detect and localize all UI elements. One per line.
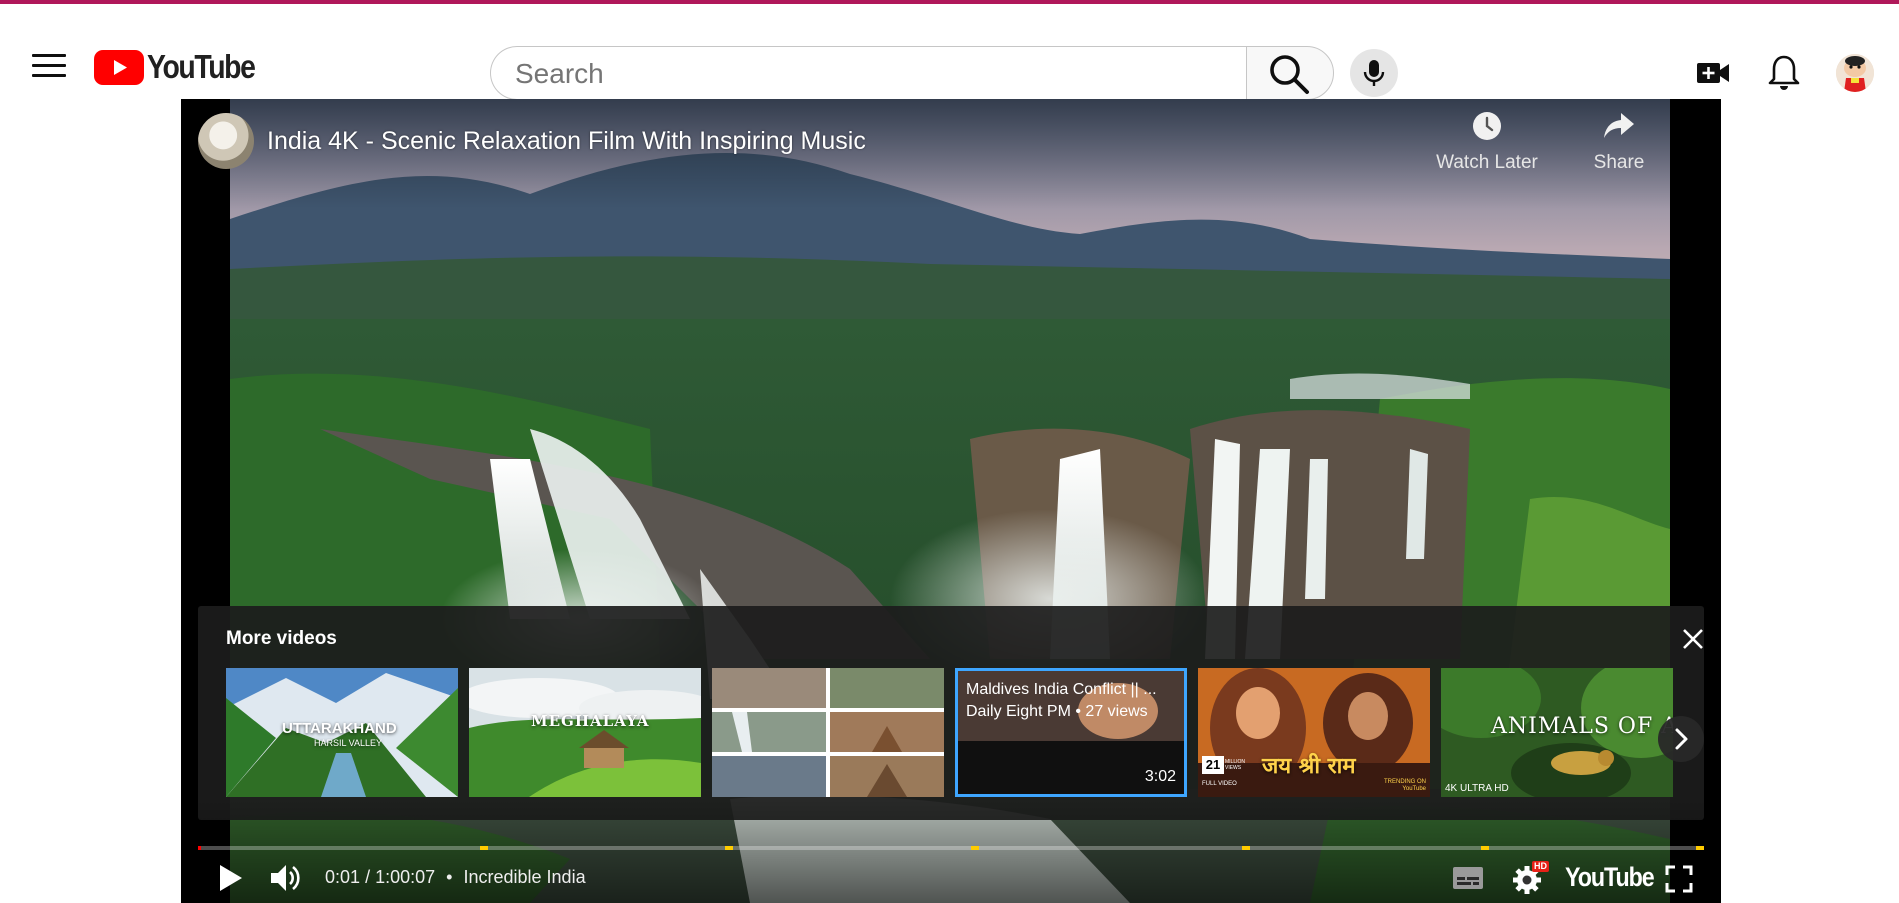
chapter-marker xyxy=(725,846,733,850)
thumbnail-overlay-title: MEGHALAYA xyxy=(531,712,650,730)
voice-search-button[interactable] xyxy=(1350,49,1398,97)
play-button[interactable] xyxy=(215,863,245,893)
video-title[interactable]: India 4K - Scenic Relaxation Film With I… xyxy=(267,127,866,156)
thumbnail-image xyxy=(469,668,701,797)
watch-later-button[interactable]: Watch Later xyxy=(1432,111,1542,174)
thumbnail-info: Maldives India Conflict || ... Daily Eig… xyxy=(966,679,1157,723)
search-box xyxy=(490,46,1246,101)
subtitles-button[interactable] xyxy=(1452,866,1484,890)
chapter-title[interactable]: Incredible India xyxy=(464,867,586,887)
search-input[interactable] xyxy=(513,47,1217,101)
youtube-watermark-button[interactable]: YouTube xyxy=(1565,862,1655,893)
video-player[interactable]: India 4K - Scenic Relaxation Film With I… xyxy=(181,99,1721,903)
duration: 1:00:07 xyxy=(375,867,436,887)
play-icon xyxy=(220,865,242,891)
youtube-logo-icon xyxy=(94,49,144,85)
share-arrow-icon xyxy=(1604,113,1634,138)
search-button[interactable] xyxy=(1246,46,1334,100)
thumbnail-overlay-subtitle: HARSIL VALLEY xyxy=(314,738,383,748)
more-video-thumbnail-2[interactable]: MEGHALAYA xyxy=(469,668,701,797)
thumbnail-duration: 3:02 xyxy=(1144,768,1176,785)
channel-avatar[interactable] xyxy=(198,113,254,169)
settings-button[interactable]: HD xyxy=(1512,861,1549,895)
more-video-thumbnail-3[interactable] xyxy=(712,668,944,797)
share-label: Share xyxy=(1593,152,1645,173)
thumbnail-footer-right: TRENDING ON YouTube xyxy=(1384,779,1426,792)
microphone-icon xyxy=(1363,60,1385,86)
close-more-videos-button[interactable] xyxy=(1680,626,1706,652)
bell-icon xyxy=(1768,55,1800,90)
more-videos-panel: More videos UTTARAKHAND HARSIL VALLEY ME… xyxy=(198,606,1704,820)
more-video-thumbnail-1[interactable]: UTTARAKHAND HARSIL VALLEY xyxy=(226,668,458,797)
more-video-thumbnail-5[interactable]: जय श्री राम 21 MILLION VIEWS FULL VIDEO … xyxy=(1198,668,1430,797)
views-badge-text: MILLION VIEWS xyxy=(1225,759,1246,771)
masthead: YouTube xyxy=(0,4,1899,101)
chapter-separator-dot: • xyxy=(446,867,453,887)
close-icon xyxy=(1683,629,1703,649)
chapter-marker xyxy=(1696,846,1704,850)
notifications-button[interactable] xyxy=(1767,54,1801,92)
account-avatar[interactable] xyxy=(1836,54,1874,92)
create-video-button[interactable] xyxy=(1696,56,1730,90)
thumbnail-collage-image xyxy=(712,668,944,797)
avatar-image xyxy=(1836,54,1874,92)
clock-icon xyxy=(1473,112,1501,140)
time-separator: / xyxy=(365,867,371,887)
chapter-marker xyxy=(971,846,979,850)
video-camera-plus-icon xyxy=(1697,63,1729,83)
subtitles-icon xyxy=(1453,867,1483,889)
menu-icon[interactable] xyxy=(32,54,66,78)
search-icon xyxy=(1270,55,1309,94)
progress-played xyxy=(198,846,201,850)
hd-badge: HD xyxy=(1532,861,1549,872)
fullscreen-icon xyxy=(1665,865,1693,893)
chevron-right-icon xyxy=(1675,728,1688,750)
progress-bar[interactable] xyxy=(198,846,1704,850)
thumbnail-video-meta: Daily Eight PM • 27 views xyxy=(966,703,1148,720)
fullscreen-button[interactable] xyxy=(1665,865,1693,893)
volume-button[interactable] xyxy=(269,862,303,894)
thumbnail-video-title: Maldives India Conflict || ... xyxy=(966,681,1157,698)
more-video-thumbnail-4[interactable]: Maldives India Conflict || ... Daily Eig… xyxy=(955,668,1187,797)
volume-icon xyxy=(271,865,300,891)
youtube-logo[interactable]: YouTube xyxy=(94,48,272,85)
chapter-marker xyxy=(1481,846,1489,850)
share-button[interactable]: Share xyxy=(1569,111,1669,174)
chapter-marker xyxy=(480,846,488,850)
more-videos-next-button[interactable] xyxy=(1658,716,1704,762)
thumbnail-overlay-title: जय श्री राम xyxy=(1262,753,1356,779)
youtube-logo-text: YouTube xyxy=(147,48,256,85)
views-badge-number: 21 xyxy=(1202,756,1224,774)
thumbnail-overlay-title: UTTARAKHAND xyxy=(282,720,397,737)
chapter-marker xyxy=(1242,846,1250,850)
thumbnail-overlay-title: ANIMALS OF AMAZON xyxy=(1491,714,1673,739)
more-videos-title: More videos xyxy=(226,628,337,649)
current-time: 0:01 xyxy=(325,867,361,887)
more-video-thumbnail-6[interactable]: ANIMALS OF AMAZON 4K ULTRA HD xyxy=(1441,668,1673,797)
time-display: 0:01 / 1:00:07 • Incredible India xyxy=(325,867,586,888)
watch-later-label: Watch Later xyxy=(1436,152,1538,173)
thumbnail-corner-text: 4K ULTRA HD xyxy=(1445,783,1509,794)
thumbnail-footer-left: FULL VIDEO xyxy=(1202,781,1237,787)
